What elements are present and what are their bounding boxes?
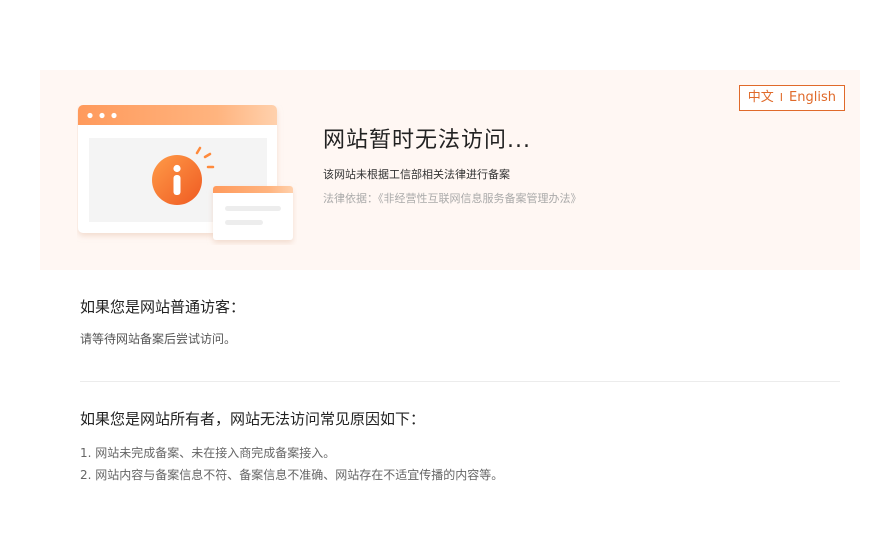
list-item: 2. 网站内容与备案信息不符、备案信息不准确、网站存在不适宜传播的内容等。 [80, 468, 504, 482]
lang-en-link[interactable]: English [789, 86, 836, 110]
popup-window [213, 186, 293, 240]
lang-zh-link[interactable]: 中文 [748, 86, 774, 110]
owner-reasons-list: 1. 网站未完成备案、未在接入商完成备案接入。 2. 网站内容与备案信息不符、备… [80, 442, 503, 486]
notice-description: 该网站未根据工信部相关法律进行备案 [323, 168, 510, 181]
notice-banner: 中文 I English 网站暂时无法访问... 该网站未根据工信部相关法律进行… [40, 70, 860, 270]
language-switch: 中文 I English [738, 85, 845, 111]
divider [80, 381, 840, 382]
list-item: 1. 网站未完成备案、未在接入商完成备案接入。 [80, 446, 336, 460]
visitor-section-title: 如果您是网站普通访客： [80, 298, 246, 316]
page-title: 网站暂时无法访问... [323, 128, 531, 153]
visitor-section-text: 请等待网站备案后尝试访问。 [80, 332, 237, 346]
lang-separator: I [779, 91, 784, 104]
browser-window-illustration [78, 105, 293, 240]
legal-basis: 法律依据：《非经营性互联网信息服务备案管理办法》 [323, 192, 582, 205]
owner-section-title: 如果您是网站所有者，网站无法访问常见原因如下： [80, 410, 426, 428]
